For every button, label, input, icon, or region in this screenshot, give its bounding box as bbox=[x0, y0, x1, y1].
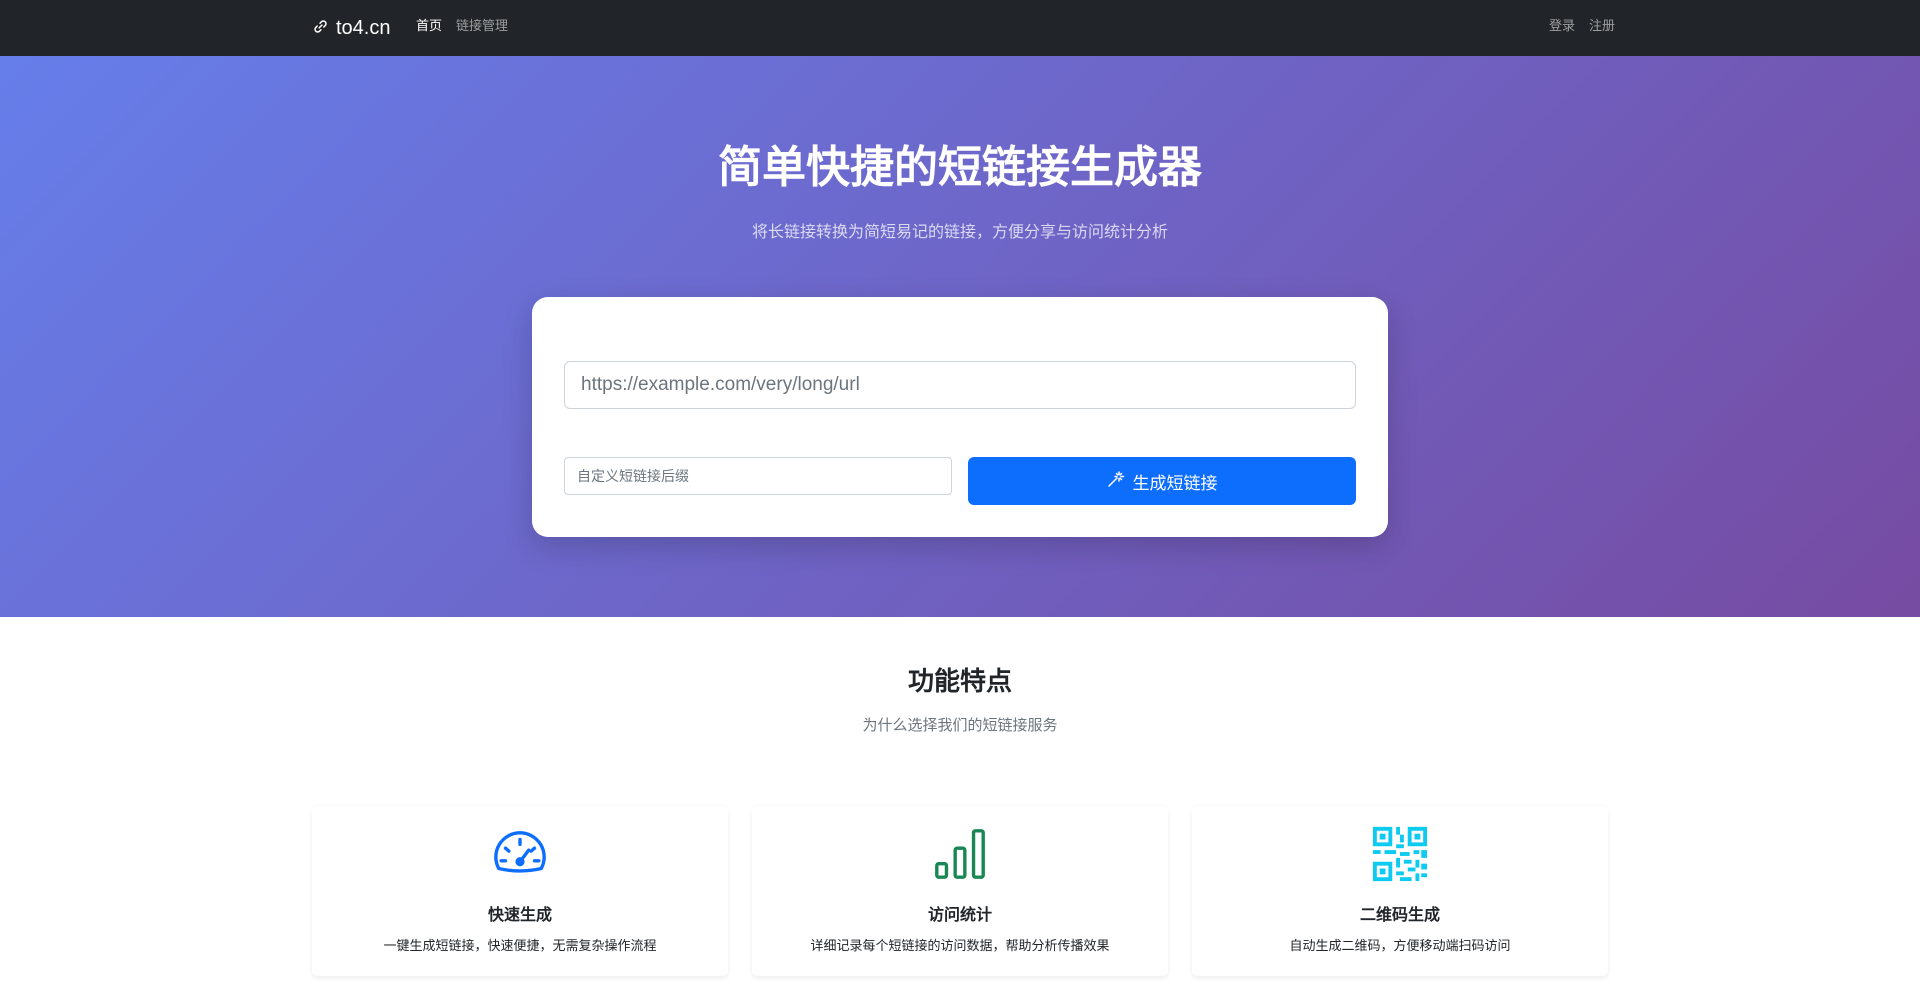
feature-card-title: 快速生成 bbox=[487, 905, 552, 924]
magic-wand-icon bbox=[1107, 470, 1125, 493]
link-icon bbox=[313, 17, 328, 40]
nav-login-link[interactable]: 登录 bbox=[1549, 18, 1575, 36]
custom-alias-input[interactable] bbox=[564, 457, 952, 495]
brand-link[interactable]: to4.cn bbox=[313, 14, 390, 42]
top-navbar: to4.cn 首页 链接管理 登录 注册 bbox=[0, 0, 1920, 56]
feature-card-fast: 快速生成 一键生成短链接，快速便捷，无需复杂操作流程 bbox=[312, 806, 728, 976]
feature-card-text: 一键生成短链接，快速便捷，无需复杂操作流程 bbox=[383, 939, 657, 954]
feature-card-text: 详细记录每个短链接的访问数据，帮助分析传播效果 bbox=[810, 939, 1110, 954]
brand-name: to4.cn bbox=[336, 16, 391, 39]
generate-button-label: 生成短链接 bbox=[1132, 473, 1218, 493]
generate-short-link-button[interactable]: 生成短链接 bbox=[968, 457, 1356, 505]
hero-subtitle: 将长链接转换为简短易记的链接，方便分享与访问统计分析 bbox=[751, 222, 1168, 241]
features-title: 功能特点 bbox=[907, 667, 1012, 697]
bar-chart-icon bbox=[928, 822, 992, 886]
nav-left-menu: 首页 链接管理 bbox=[416, 18, 508, 36]
speedometer-icon bbox=[488, 822, 552, 886]
nav-home-link[interactable]: 首页 bbox=[416, 18, 442, 36]
hero-section: 简单快捷的短链接生成器 将长链接转换为简短易记的链接，方便分享与访问统计分析 生… bbox=[0, 56, 1920, 617]
feature-card-qrcode: 二维码生成 自动生成二维码，方便移动端扫码访问 bbox=[1192, 806, 1608, 976]
nav-register-link[interactable]: 注册 bbox=[1589, 18, 1615, 36]
feature-card-text: 自动生成二维码，方便移动端扫码访问 bbox=[1289, 939, 1511, 954]
qr-code-icon bbox=[1368, 822, 1432, 886]
feature-card-title: 二维码生成 bbox=[1359, 905, 1440, 924]
shorten-form-card: 生成短链接 bbox=[532, 297, 1388, 537]
feature-card-title: 访问统计 bbox=[927, 905, 992, 924]
feature-card-stats: 访问统计 详细记录每个短链接的访问数据，帮助分析传播效果 bbox=[752, 806, 1168, 976]
features-subtitle: 为什么选择我们的短链接服务 bbox=[862, 716, 1058, 734]
long-url-input[interactable] bbox=[564, 361, 1356, 409]
nav-manage-links[interactable]: 链接管理 bbox=[456, 18, 508, 36]
hero-title: 简单快捷的短链接生成器 bbox=[718, 142, 1202, 193]
nav-right-menu: 登录 注册 bbox=[1549, 18, 1615, 36]
